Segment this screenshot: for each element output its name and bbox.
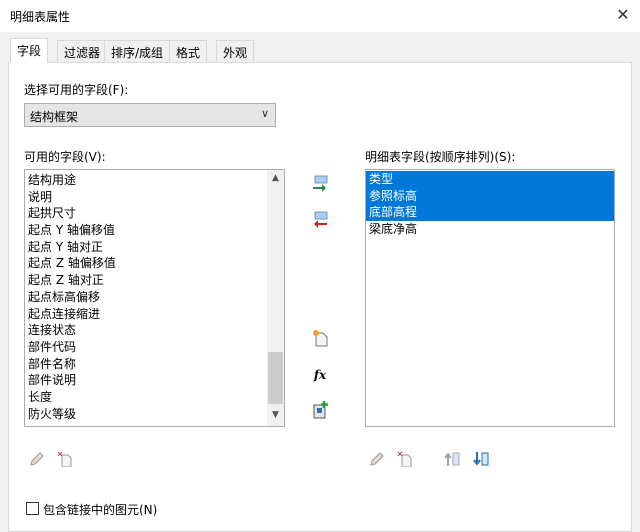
- tab-fields[interactable]: 字段: [10, 38, 49, 63]
- list-item[interactable]: 起拱尺寸: [25, 205, 284, 222]
- scroll-down-icon[interactable]: ▼: [267, 410, 284, 420]
- list-item[interactable]: 说明: [25, 189, 284, 206]
- fx-calculated-value-button[interactable]: fx: [309, 364, 331, 386]
- scroll-up-icon[interactable]: ▲: [267, 173, 284, 183]
- combine-parameters-button[interactable]: [309, 399, 331, 421]
- list-item[interactable]: 起点 Z 轴偏移值: [25, 255, 284, 272]
- window-title: 明细表属性: [10, 10, 71, 24]
- include-linked-label[interactable]: 包含链接中的图元(N): [43, 501, 157, 518]
- field-category-dropdown[interactable]: 结构框架 ∨: [24, 103, 276, 127]
- list-item[interactable]: 起点 Y 轴偏移值: [25, 222, 284, 239]
- close-icon[interactable]: ✕: [612, 4, 634, 26]
- delete-icon: [57, 451, 72, 467]
- scheduled-fields-list[interactable]: 类型 参照标高 底部高程 梁底净高: [365, 169, 615, 427]
- remove-arrow-icon: [314, 211, 328, 228]
- list-item[interactable]: 类型: [366, 171, 614, 188]
- list-item[interactable]: 起点标高偏移: [25, 289, 284, 306]
- move-down-icon: [473, 452, 489, 466]
- tab-filter[interactable]: 过滤器: [57, 40, 108, 62]
- delete-icon: [397, 451, 412, 467]
- tab-appearance[interactable]: 外观: [216, 40, 255, 62]
- move-up-icon: [444, 452, 460, 466]
- list-item[interactable]: 防火等级: [25, 406, 284, 423]
- scroll-thumb[interactable]: [268, 352, 283, 404]
- list-item[interactable]: 连接状态: [25, 322, 284, 339]
- include-linked-checkbox[interactable]: [26, 502, 39, 515]
- fx-icon: fx: [313, 368, 327, 382]
- list-item[interactable]: 起点 Z 轴对正: [25, 272, 284, 289]
- dropdown-value: 结构框架: [30, 110, 79, 124]
- pencil-icon: [370, 452, 384, 466]
- available-fields-list[interactable]: 结构用途 说明 起拱尺寸 起点 Y 轴偏移值 起点 Y 轴对正 起点 Z 轴偏移值 起点 Z…: [24, 169, 285, 427]
- add-field-button[interactable]: [309, 172, 331, 194]
- list-item[interactable]: 部件名称: [25, 356, 284, 373]
- scheduled-fields-label: 明细表字段(按顺序排列)(S):: [365, 150, 516, 164]
- chevron-down-icon: ∨: [260, 107, 269, 120]
- add-arrow-icon: [313, 175, 328, 192]
- title-bar: 明细表属性 ✕: [0, 0, 640, 32]
- list-item[interactable]: 起点连接缩进: [25, 306, 284, 323]
- move-down-button[interactable]: [470, 448, 492, 470]
- edit-right-button[interactable]: [365, 448, 387, 470]
- pencil-icon: [30, 452, 44, 466]
- select-fields-label: 选择可用的字段(F):: [24, 83, 129, 97]
- list-item[interactable]: 底部高程: [366, 204, 614, 222]
- scrollbar[interactable]: ▲ ▼: [267, 170, 284, 426]
- new-parameter-button[interactable]: [309, 327, 331, 349]
- remove-field-button[interactable]: [309, 208, 331, 230]
- delete-left-button[interactable]: [54, 448, 76, 470]
- list-item[interactable]: 长度: [25, 389, 284, 406]
- delete-right-button[interactable]: [394, 448, 416, 470]
- combine-parameters-icon: [313, 401, 328, 419]
- edit-left-button[interactable]: [25, 448, 47, 470]
- new-document-icon: [313, 330, 328, 347]
- available-fields-label: 可用的字段(V):: [24, 150, 106, 164]
- list-item[interactable]: 参照标高: [366, 187, 614, 205]
- tab-format[interactable]: 格式: [169, 40, 208, 62]
- tab-sort-group[interactable]: 排序/成组: [104, 40, 171, 62]
- list-item[interactable]: 部件说明: [25, 372, 284, 389]
- move-up-button[interactable]: [441, 448, 463, 470]
- list-item[interactable]: 梁底净高: [366, 221, 614, 238]
- list-item[interactable]: 起点 Y 轴对正: [25, 239, 284, 256]
- list-item[interactable]: 结构用途: [25, 172, 284, 189]
- list-item[interactable]: 部件代码: [25, 339, 284, 356]
